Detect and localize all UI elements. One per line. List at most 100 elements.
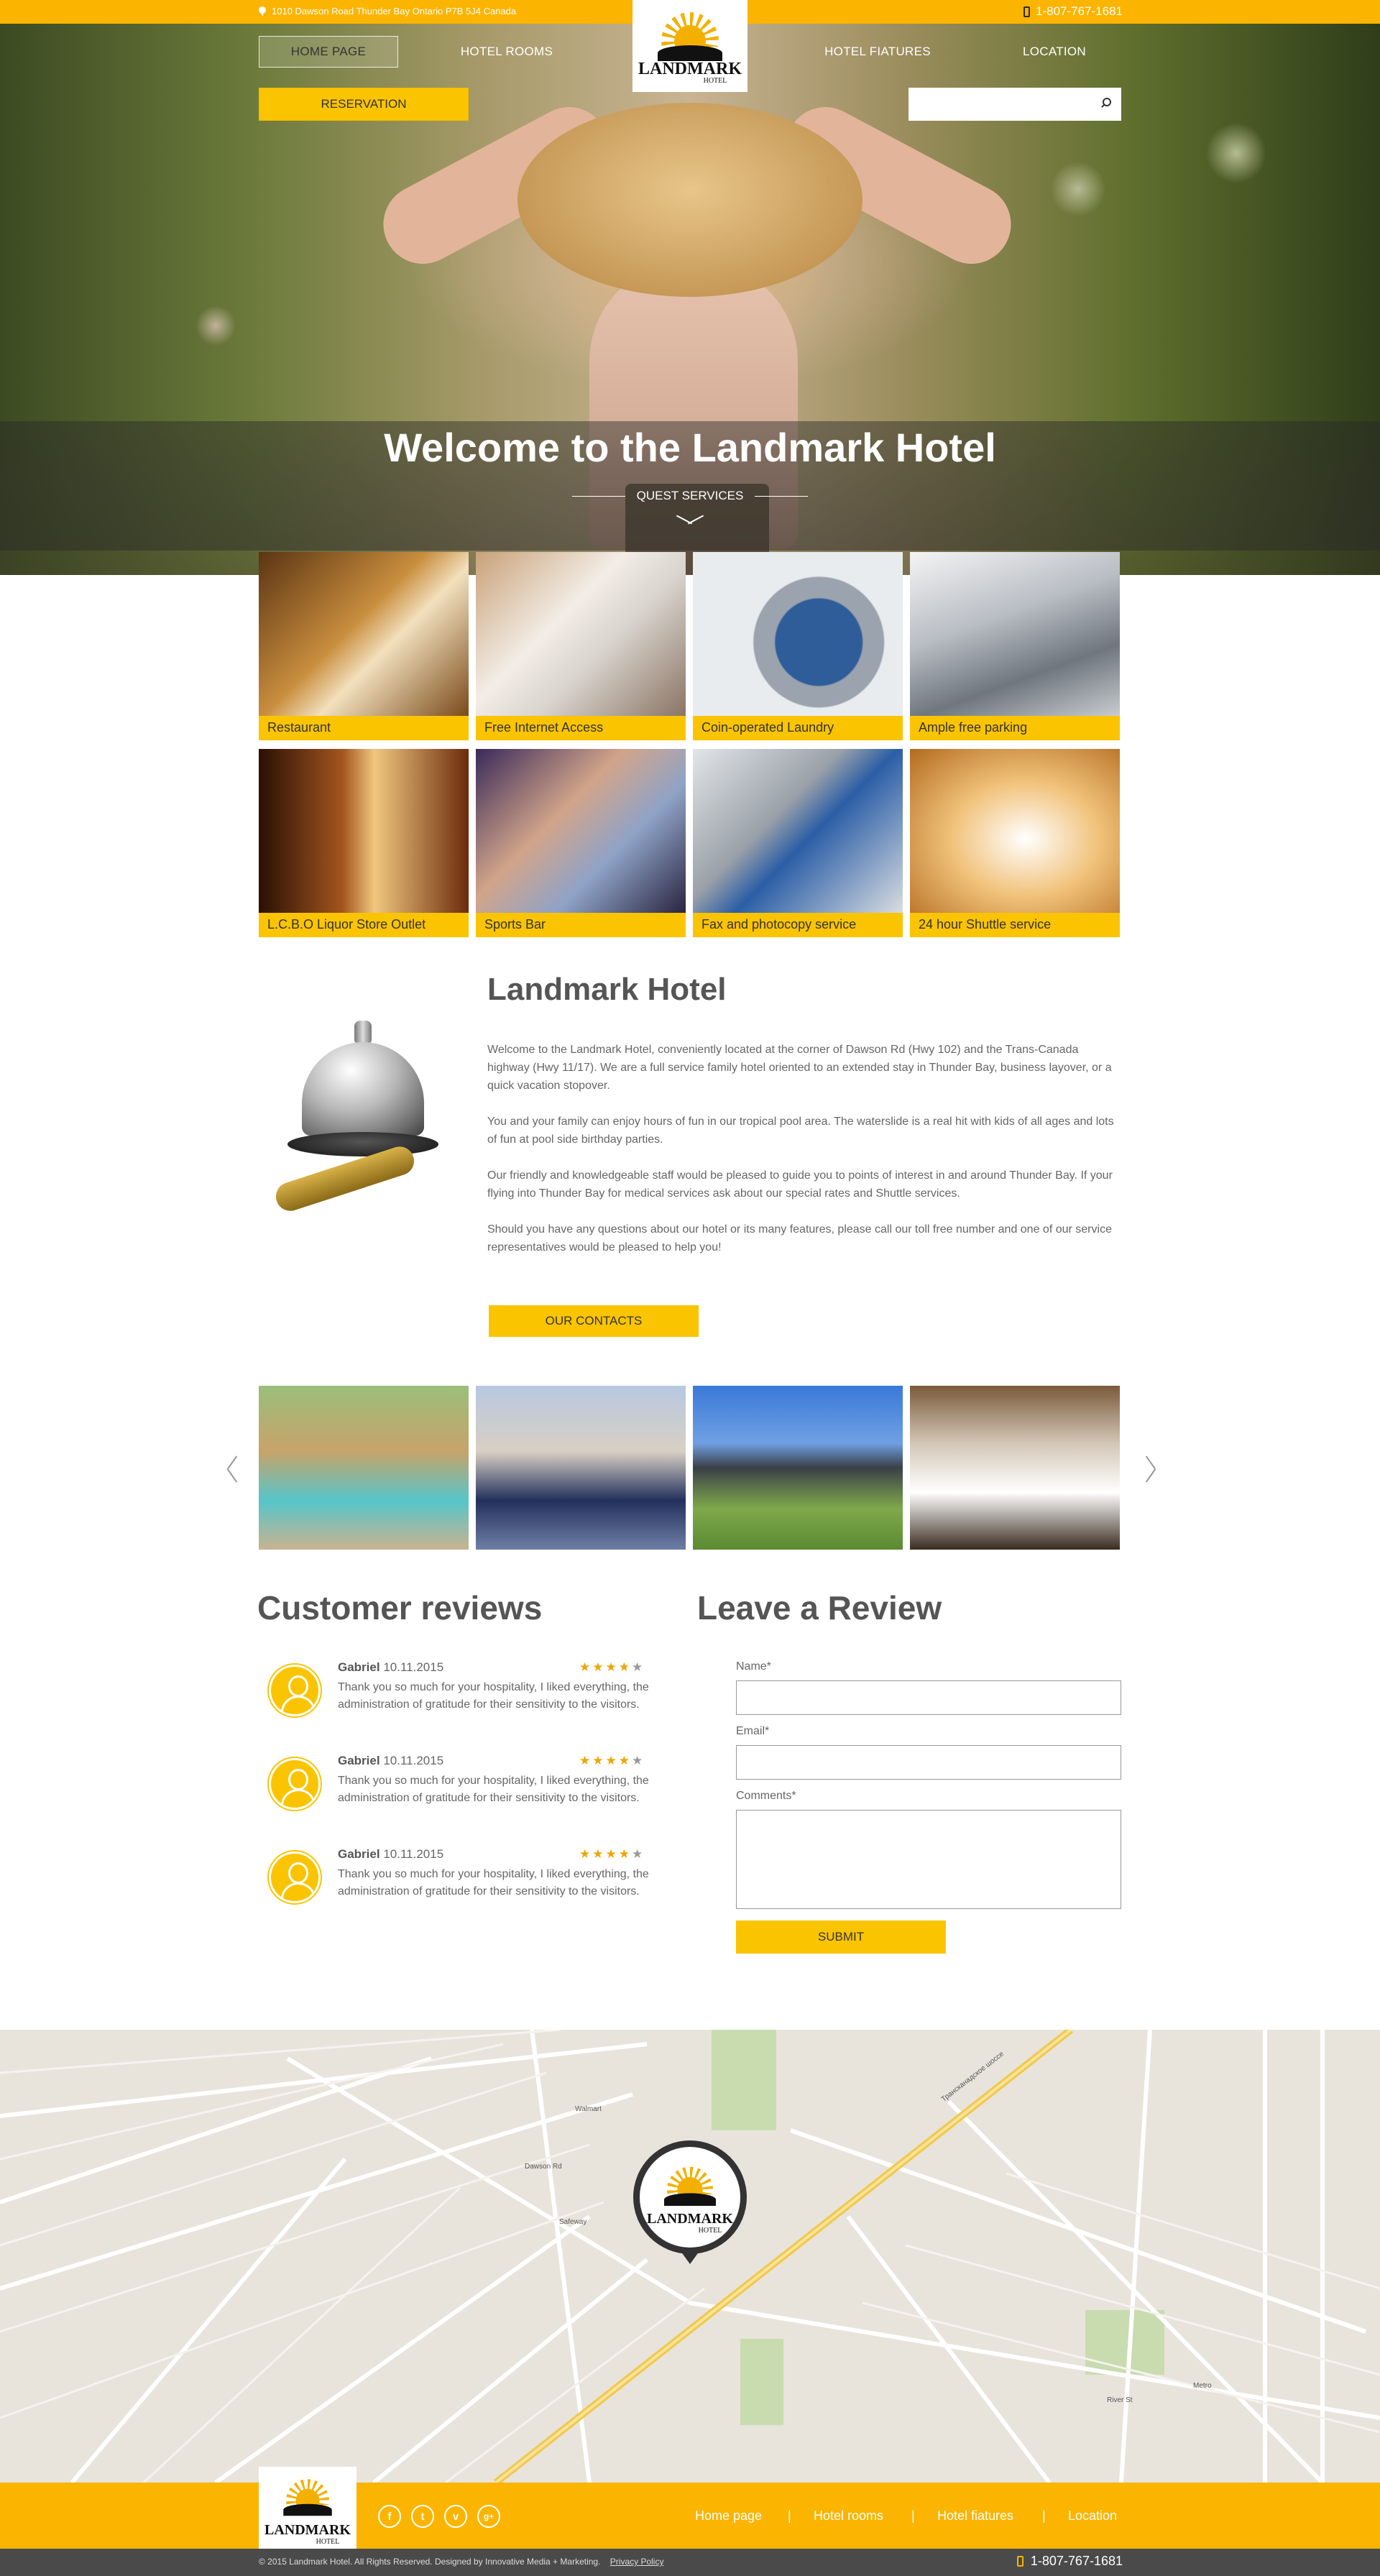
rating-stars: ★★★★★: [579, 1754, 645, 1768]
footer-link-features[interactable]: Hotel fiatures: [937, 2508, 1013, 2524]
footer-link-location[interactable]: Location: [1068, 2508, 1117, 2524]
copyright: © 2015 Landmark Hotel. All Rights Reserv…: [259, 2557, 663, 2567]
bottom-bar: [0, 2549, 1380, 2576]
footer-logo[interactable]: LANDMARK HOTEL: [259, 2467, 356, 2550]
comments-label: Comments*: [736, 1790, 796, 1802]
gallery-image-dining-hall[interactable]: [910, 1386, 1120, 1550]
rating-stars: ★★★★★: [579, 1847, 645, 1862]
avatar: [269, 1758, 321, 1810]
review-item: Gabriel 10.11.2015 ★★★★★ Thank you so mu…: [259, 1847, 676, 1933]
service-label: Ample free parking: [910, 716, 1120, 740]
service-card[interactable]: Fax and photocopy service: [693, 749, 903, 937]
vimeo-icon[interactable]: v: [444, 2505, 467, 2528]
phone-number[interactable]: 1-807-767-1681: [1036, 4, 1123, 19]
logo[interactable]: LANDMARK HOTEL: [632, 0, 748, 92]
about-text: Welcome to the Landmark Hotel, convenien…: [487, 1041, 1120, 1274]
reservation-button[interactable]: RESERVATION: [259, 88, 469, 121]
name-field[interactable]: [736, 1680, 1121, 1715]
chevron-left-icon[interactable]: [224, 1456, 239, 1481]
divider: |: [788, 2508, 791, 2523]
marker-logo-subtext: HOTEL: [698, 2226, 722, 2235]
review-form-title: Leave a Review: [697, 1589, 942, 1627]
review-date: 10.11.2015: [383, 1660, 444, 1674]
nav-home[interactable]: HOME PAGE: [259, 36, 398, 68]
about-paragraph: Should you have any questions about our …: [487, 1223, 1112, 1254]
restaurant-photo: [259, 552, 469, 716]
sun-logo-icon: [283, 2478, 332, 2516]
review-meta: Gabriel 10.11.2015: [338, 1847, 443, 1862]
review-meta: Gabriel 10.11.2015: [338, 1754, 443, 1768]
email-label: Email*: [736, 1725, 770, 1737]
review-author: Gabriel: [338, 1754, 380, 1767]
chevron-right-icon[interactable]: [1143, 1456, 1157, 1481]
service-card[interactable]: Ample free parking: [910, 552, 1120, 740]
privacy-policy-link[interactable]: Privacy Policy: [610, 2557, 664, 2567]
service-card[interactable]: 24 hour Shuttle service: [910, 749, 1120, 937]
map-label: Dawson Rd: [525, 2163, 562, 2171]
chevron-down-icon[interactable]: [677, 512, 703, 538]
service-label: Free Internet Access: [476, 716, 686, 740]
service-label: Sports Bar: [476, 913, 686, 937]
nav-hotel-rooms[interactable]: HOTEL ROOMS: [438, 36, 575, 68]
logo-subtext: HOTEL: [703, 77, 727, 85]
map-label: Safeway: [559, 2218, 587, 2226]
hero-decoration: [518, 103, 862, 297]
service-card[interactable]: Coin-operated Laundry: [693, 552, 903, 740]
avatar: [269, 1665, 321, 1716]
internet-photo: [476, 552, 686, 716]
about-title: Landmark Hotel: [487, 972, 727, 1007]
map-label: Metro: [1193, 2382, 1212, 2390]
location-pin-icon: [259, 6, 266, 17]
map-marker[interactable]: LANDMARK HOTEL: [633, 2140, 747, 2270]
email-field[interactable]: [736, 1745, 1121, 1780]
review-text: Thank you so much for your hospitality, …: [338, 1681, 649, 1711]
name-label: Name*: [736, 1660, 771, 1673]
copyright-text: © 2015 Landmark Hotel. All Rights Reserv…: [259, 2557, 601, 2567]
search-icon[interactable]: [1101, 98, 1111, 108]
nav-hotel-features[interactable]: HOTEL FIATURES: [809, 36, 946, 68]
review-date: 10.11.2015: [383, 1754, 444, 1767]
footer-phone[interactable]: 1-807-767-1681: [1016, 2554, 1123, 2569]
service-label: Coin-operated Laundry: [693, 716, 903, 740]
footer-link-rooms[interactable]: Hotel rooms: [814, 2508, 883, 2524]
phone[interactable]: 1-807-767-1681: [1024, 4, 1123, 19]
service-card[interactable]: L.C.B.O Liquor Store Outlet: [259, 749, 469, 937]
marker-logo-text: LANDMARK: [647, 2210, 733, 2227]
review-text: Thank you so much for your hospitality, …: [338, 1775, 649, 1804]
service-card[interactable]: Free Internet Access: [476, 552, 686, 740]
laundry-photo: [693, 552, 903, 716]
liquor-photo: [259, 749, 469, 913]
twitter-icon[interactable]: t: [411, 2505, 434, 2528]
hero-subtitle: QUEST SERVICES: [0, 489, 1380, 503]
review-author: Gabriel: [338, 1660, 380, 1674]
footer-link-home[interactable]: Home page: [695, 2508, 762, 2524]
gallery-image-pool[interactable]: [259, 1386, 469, 1550]
hero-title: Welcome to the Landmark Hotel: [384, 425, 996, 470]
review-item: Gabriel 10.11.2015 ★★★★★ Thank you so mu…: [259, 1754, 676, 1840]
divider: [571, 495, 625, 497]
our-contacts-button[interactable]: OUR CONTACTS: [489, 1305, 699, 1337]
gallery-image-room[interactable]: [476, 1386, 686, 1550]
facebook-icon[interactable]: f: [378, 2505, 401, 2528]
comments-field[interactable]: [736, 1810, 1121, 1909]
nav-location[interactable]: LOCATION: [986, 36, 1123, 68]
footer-phone-number[interactable]: 1-807-767-1681: [1031, 2554, 1123, 2569]
gallery-image-restaurant-exterior[interactable]: [693, 1386, 903, 1550]
service-card[interactable]: Sports Bar: [476, 749, 686, 937]
map-label: Walmart: [575, 2105, 602, 2113]
review-item: Gabriel 10.11.2015 ★★★★★ Thank you so mu…: [259, 1660, 676, 1747]
service-bell-image: [266, 999, 460, 1215]
logo-text: LANDMARK: [638, 60, 742, 78]
service-label: 24 hour Shuttle service: [910, 913, 1120, 937]
google-plus-icon[interactable]: g+: [477, 2505, 500, 2528]
footer-logo-text: LANDMARK: [264, 2522, 351, 2538]
fax-photo: [693, 749, 903, 913]
service-label: Restaurant: [259, 716, 469, 740]
service-card[interactable]: Restaurant: [259, 552, 469, 740]
review-author: Gabriel: [338, 1847, 380, 1861]
sun-logo-icon: [664, 2166, 716, 2206]
phone-icon: [1016, 2556, 1024, 2567]
search-input[interactable]: [908, 88, 1121, 121]
submit-button[interactable]: SUBMIT: [736, 1920, 946, 1954]
review-meta: Gabriel 10.11.2015: [338, 1660, 443, 1675]
